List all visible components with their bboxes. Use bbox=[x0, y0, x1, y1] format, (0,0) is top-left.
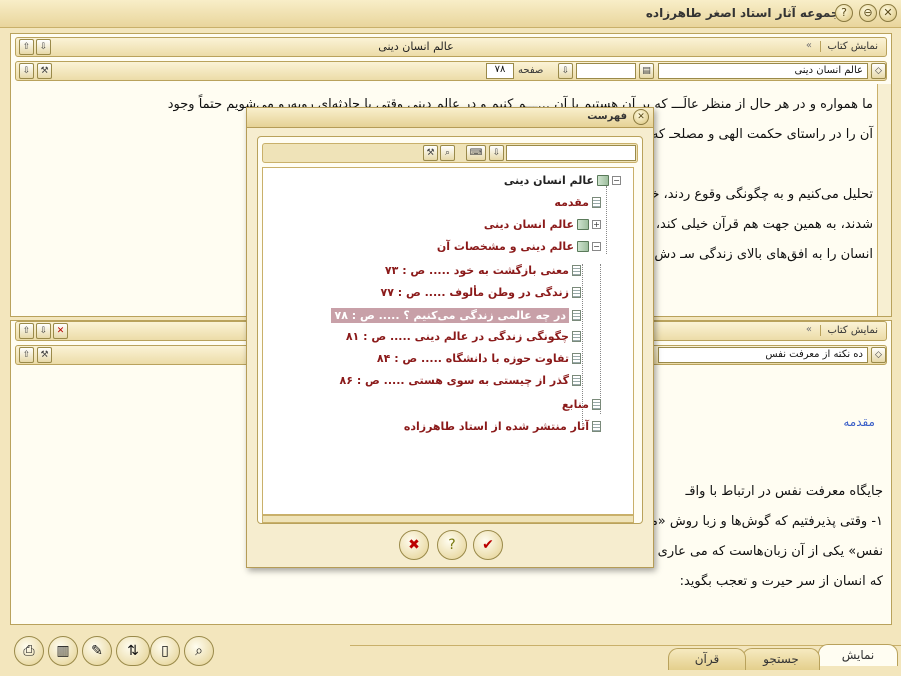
search-in-page-input[interactable] bbox=[576, 63, 636, 79]
tab-quran[interactable]: قرآن bbox=[668, 648, 746, 670]
close-icon[interactable]: ✕ bbox=[879, 4, 897, 22]
bookmark-list-icon[interactable]: ▤ bbox=[639, 63, 654, 79]
tree-item-label: چگونگی زندگی در عالم دینی ..... ص : ۸۱ bbox=[345, 330, 569, 343]
tree-item-label: عالم دینی و مشخصات آن bbox=[436, 240, 574, 253]
tree-item-label: زندگی در وطن مألوف ..... ص : ۷۷ bbox=[380, 286, 570, 299]
tag-icon[interactable]: ◇ bbox=[871, 63, 886, 79]
book-icon bbox=[577, 241, 589, 252]
tree-item[interactable]: معنی بازگشت به خود ..... ص : ۷۳ bbox=[385, 264, 581, 277]
down-arrow-icon[interactable]: ⇩ bbox=[489, 145, 504, 161]
tab-search[interactable]: جستجو bbox=[742, 648, 820, 670]
paragraph-line: که انسان از سر حیرت و تعجب بگوید: bbox=[679, 574, 883, 589]
toc-dialog: ✕ فهرست ⚒ ⌕ ⌨ ⇩ − عالم انسان دینی مقدمه + عا… bbox=[246, 107, 654, 568]
horizontal-scrollbar[interactable] bbox=[262, 515, 634, 523]
tree-item-label: تفاوت حوزه با دانشگاه ..... ص : ۸۴ bbox=[376, 352, 569, 365]
scroll-up-icon[interactable]: ⇧ bbox=[19, 323, 34, 339]
tools-icon[interactable]: ⚒ bbox=[37, 347, 52, 363]
page-number-input[interactable]: ۷۸ bbox=[486, 63, 514, 79]
layout-toggle-icon[interactable]: ⇅ bbox=[116, 636, 150, 666]
tree-item-label: مقدمه bbox=[554, 196, 589, 209]
down-arrow-icon[interactable]: ⇩ bbox=[558, 63, 573, 79]
refresh-icon[interactable]: ⇩ bbox=[19, 63, 34, 79]
tree-item-label: منابع bbox=[561, 398, 589, 411]
close-pane-icon[interactable]: ✕ bbox=[53, 323, 68, 339]
collapse-icon[interactable]: − bbox=[612, 176, 621, 185]
dialog-title: فهرست bbox=[587, 111, 627, 122]
page-icon bbox=[572, 287, 581, 298]
tab-display[interactable]: نمایش bbox=[818, 644, 898, 666]
tree-item[interactable]: آثار منتشر شده از استاد طاهرزاده bbox=[404, 420, 601, 433]
search-input[interactable] bbox=[506, 145, 636, 161]
cancel-icon[interactable]: ✖ bbox=[399, 530, 429, 560]
scroll-up-icon[interactable]: ⇧ bbox=[19, 39, 34, 55]
dialog-title-bar: ✕ فهرست bbox=[247, 108, 653, 128]
tree-item-label: عالم انسان دینی bbox=[483, 218, 574, 231]
tree-item-label: گذر از چیستی به سوی هستی ..... ص : ۸۶ bbox=[339, 374, 569, 387]
tree-item[interactable]: مقدمه bbox=[554, 196, 601, 209]
chevron-icon[interactable]: « bbox=[806, 40, 812, 51]
top-scrollbar[interactable] bbox=[877, 84, 891, 316]
help-icon[interactable]: ? bbox=[835, 4, 853, 22]
tree-item-label: آثار منتشر شده از استاد طاهرزاده bbox=[403, 420, 589, 433]
tree-item[interactable]: گذر از چیستی به سوی هستی ..... ص : ۸۶ bbox=[340, 374, 581, 387]
note-icon[interactable]: ✎ bbox=[82, 636, 112, 666]
top-book-title: عالم انسان دینی bbox=[378, 40, 454, 53]
page-icon bbox=[592, 421, 601, 432]
toc-tree-frame: ⚒ ⌕ ⌨ ⇩ − عالم انسان دینی مقدمه + عالم انسان… bbox=[257, 136, 643, 524]
book-icon bbox=[597, 175, 609, 186]
tree-item[interactable]: منابع bbox=[562, 398, 601, 411]
show-book-button[interactable]: نمایش کتاب bbox=[820, 325, 878, 336]
window-title: مجموعه آثار استاد اصغر طاهرزاده bbox=[645, 6, 847, 20]
up-arrow-icon[interactable]: ⇧ bbox=[19, 347, 34, 363]
toc-tree: − عالم انسان دینی مقدمه + عالم انسان دینی − عا… bbox=[262, 167, 634, 515]
tree-item-label: معنی بازگشت به خود ..... ص : ۷۳ bbox=[384, 264, 569, 277]
page-icon bbox=[592, 399, 601, 410]
page-icon[interactable]: ▯ bbox=[150, 636, 180, 666]
down-arrow-icon[interactable]: ⇩ bbox=[36, 39, 51, 55]
search-icon[interactable]: ⌕ bbox=[440, 145, 455, 161]
down-arrow-icon[interactable]: ⇩ bbox=[36, 323, 51, 339]
title-bar: مجموعه آثار استاد اصغر طاهرزاده ✕ ⊖ ? bbox=[0, 0, 901, 28]
page-icon bbox=[572, 375, 581, 386]
expand-icon[interactable]: + bbox=[592, 220, 601, 229]
collapse-icon[interactable]: − bbox=[592, 242, 601, 251]
search-icon[interactable]: ⌕ bbox=[184, 636, 214, 666]
books-icon[interactable]: ▥ bbox=[48, 636, 78, 666]
page-label: صفحه bbox=[518, 65, 544, 76]
tree-item[interactable]: − عالم دینی و مشخصات آن bbox=[437, 240, 601, 253]
tools-icon[interactable]: ⚒ bbox=[423, 145, 438, 161]
tree-item[interactable]: چگونگی زندگی در عالم دینی ..... ص : ۸۱ bbox=[346, 330, 581, 343]
book-select[interactable]: ده نکته از معرفت نفس bbox=[658, 347, 868, 363]
top-nav-bar: ⇩ ⚒ ۷۸ صفحه ⇩ ▤ عالم انسان دینی ◇ bbox=[15, 61, 887, 81]
top-title-bar: ⇧ ⇩ عالم انسان دینی « نمایش کتاب bbox=[15, 37, 887, 57]
page-icon bbox=[572, 331, 581, 342]
page-icon bbox=[592, 197, 601, 208]
keyboard-icon[interactable]: ⌨ bbox=[466, 145, 486, 161]
tree-toolbar: ⚒ ⌕ ⌨ ⇩ bbox=[262, 143, 638, 163]
close-icon[interactable]: ✕ bbox=[633, 109, 649, 125]
tree-item-label: در چه عالمی زندگی می‌کنیم ؟ ..... ص : ۷۸ bbox=[331, 308, 569, 323]
tree-item[interactable]: در چه عالمی زندگی می‌کنیم ؟ ..... ص : ۷۸ bbox=[331, 308, 581, 323]
minimize-icon[interactable]: ⊖ bbox=[859, 4, 877, 22]
book-select[interactable]: عالم انسان دینی bbox=[658, 63, 868, 79]
section-heading[interactable]: مقدمه bbox=[843, 415, 875, 429]
help-icon[interactable]: ? bbox=[437, 530, 467, 560]
page-icon bbox=[572, 265, 581, 276]
tree-item[interactable]: تفاوت حوزه با دانشگاه ..... ص : ۸۴ bbox=[377, 352, 581, 365]
tree-item[interactable]: زندگی در وطن مألوف ..... ص : ۷۷ bbox=[380, 286, 581, 299]
tools-icon[interactable]: ⚒ bbox=[37, 63, 52, 79]
tree-item[interactable]: + عالم انسان دینی bbox=[484, 218, 601, 231]
ok-icon[interactable]: ✔ bbox=[473, 530, 503, 560]
show-book-button[interactable]: نمایش کتاب bbox=[820, 41, 878, 52]
book-icon bbox=[577, 219, 589, 230]
page-icon bbox=[572, 310, 581, 321]
tree-item-label: عالم انسان دینی bbox=[503, 174, 594, 187]
page-icon bbox=[572, 353, 581, 364]
print-icon[interactable]: ⎙ bbox=[14, 636, 44, 666]
tag-icon[interactable]: ◇ bbox=[871, 347, 886, 363]
tree-item[interactable]: − عالم انسان دینی bbox=[504, 174, 621, 187]
chevron-icon[interactable]: « bbox=[806, 324, 812, 335]
